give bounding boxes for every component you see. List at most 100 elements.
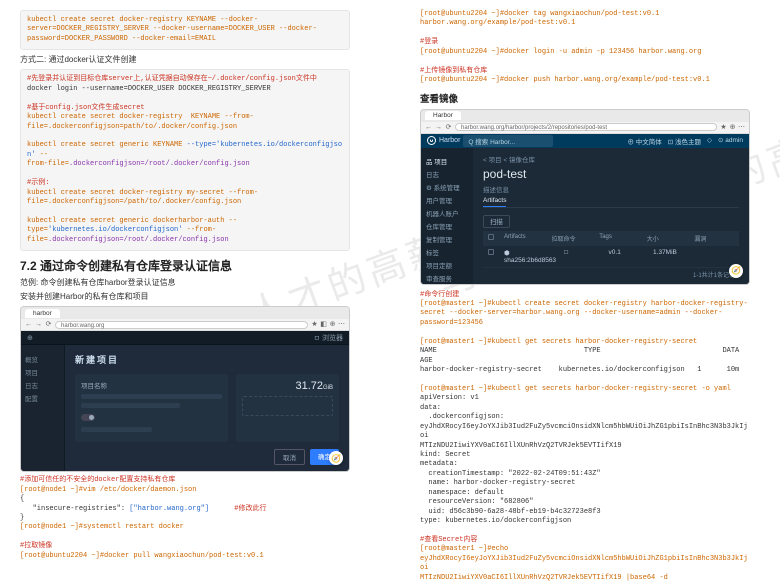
- ext-icon[interactable]: ⋯: [738, 124, 745, 131]
- topbar-theme[interactable]: ㅁ 浏览器: [314, 333, 343, 343]
- browser-titlebar: Harbor: [421, 110, 749, 122]
- code-kubectl-secret: #命令行创建 [root@master1 ~]#kubectl create s…: [420, 291, 750, 583]
- view-image-heading: 查看镜像: [420, 91, 750, 105]
- sidebar-item[interactable]: 概览: [25, 354, 60, 364]
- back-icon[interactable]: ←: [425, 124, 432, 131]
- sidebar-item[interactable]: 仓库管理: [426, 221, 468, 231]
- artifact-table-head: Artifacts 拉取命令 Tags 大小 漏洞: [483, 231, 739, 246]
- harbor-main: < 项目 < 镜像仓库 pod-test 描述信息 Artifacts 扫描 A…: [473, 148, 749, 284]
- sidebar-item[interactable]: 项目: [25, 367, 60, 377]
- ext-icon[interactable]: ⋯: [338, 321, 345, 328]
- ext-icon[interactable]: ⊕: [329, 321, 336, 328]
- sidebar-item[interactable]: 配置: [25, 393, 60, 403]
- th: 拉取命令: [552, 234, 592, 243]
- harbor-toplinks: ⊕ 中文简体 ⊡ 浅色主题 ◇ ⊙ admin: [627, 136, 743, 146]
- ext-icon[interactable]: ◧: [320, 321, 327, 328]
- scan-button[interactable]: 扫描: [483, 215, 510, 228]
- example-label: 范例: 命令创建私有仓库harbor登录认证信息: [20, 277, 350, 288]
- browser-tab[interactable]: Harbor: [425, 111, 461, 120]
- toolbar-extensions: ★ ◧ ⊕ ⋯: [311, 321, 345, 328]
- harbor-main: 新建项目 项目名称 31.72GiB: [65, 345, 349, 471]
- toolbar-extensions: ★ ⊕ ⋯: [720, 124, 745, 131]
- sidebar-item[interactable]: 日志: [25, 380, 60, 390]
- artifact-row[interactable]: ⬢ sha256:2b6d8563 □ v0.1 1.37MiB: [483, 246, 739, 268]
- sidebar-item[interactable]: 项目定额: [426, 260, 468, 270]
- topbar-logo: ⊕: [27, 334, 33, 342]
- reload-icon[interactable]: ⟳: [445, 124, 452, 131]
- theme-switch[interactable]: ⊡ 浅色主题: [668, 136, 701, 146]
- harbor-topbar: ⊕ ㅁ 浏览器: [21, 331, 349, 345]
- browser-window-harbor-repo: Harbor ← → ⟳ harbor.wang.org/harbor/proj…: [420, 109, 750, 285]
- method2-title: 方式二: 通过docker认证文件创建: [20, 54, 350, 65]
- browser-toolbar: ← → ⟳ harbor.wang.org/harbor/projects/2/…: [421, 122, 749, 134]
- breadcrumb[interactable]: < 项目 < 镜像仓库: [483, 154, 739, 164]
- harbor-logo-icon: [427, 136, 436, 145]
- text-input[interactable]: [81, 394, 222, 399]
- code-tag-login-push: [root@ubuntu2204 ~]#docker tag wangxiaoc…: [420, 10, 750, 86]
- text-input[interactable]: [81, 403, 180, 408]
- ext-icon[interactable]: ⊕: [729, 124, 736, 131]
- section-heading-7-2: 7.2 通过命令创建私有仓库登录认证信息: [20, 257, 350, 274]
- form-card: 项目名称: [75, 374, 228, 442]
- harbor-logo: Harbor Q 搜索 Harbor...: [427, 135, 553, 147]
- sidebar-item[interactable]: 复制管理: [426, 234, 468, 244]
- code-create-secret-registry: kubectl create secret docker-registry KE…: [20, 10, 350, 50]
- forward-icon[interactable]: →: [435, 124, 442, 131]
- lang-switch[interactable]: ⊕ 中文简体: [627, 136, 661, 146]
- assistant-float-icon[interactable]: 🧭: [729, 264, 743, 278]
- url-bar[interactable]: harbor.wang.org: [55, 321, 308, 329]
- tab-artifacts[interactable]: Artifacts: [483, 197, 506, 207]
- artifact-tag: v0.1: [609, 249, 645, 264]
- browser-tab[interactable]: harbor: [25, 309, 60, 318]
- text-input[interactable]: [81, 427, 152, 432]
- ext-icon[interactable]: ★: [720, 124, 727, 131]
- sidebar-item[interactable]: 用户管理: [426, 195, 468, 205]
- row-checkbox[interactable]: [488, 249, 494, 255]
- forward-icon[interactable]: →: [35, 321, 42, 328]
- repo-desc-label: 描述信息: [483, 184, 739, 194]
- browser-titlebar: harbor: [21, 307, 349, 319]
- ext-icon[interactable]: ★: [311, 321, 318, 328]
- sidebar-item-projects[interactable]: 品 项目: [426, 156, 468, 166]
- form-label: 项目名称: [81, 380, 222, 390]
- sidebar-item-admin[interactable]: ⚙ 系统管理: [426, 182, 468, 192]
- left-column: kubectl create secret docker-registry KE…: [20, 6, 350, 565]
- artifact-digest[interactable]: ⬢ sha256:2b6d8563: [504, 249, 556, 264]
- harbor-topbar: Harbor Q 搜索 Harbor... ⊕ 中文简体 ⊡ 浅色主题 ◇ ⊙ …: [421, 134, 749, 148]
- harbor-brand-text: Harbor: [439, 137, 460, 144]
- harbor-sidebar: 概览 项目 日志 配置: [21, 345, 65, 471]
- reload-icon[interactable]: ⟳: [45, 321, 52, 328]
- code-docker-daemon: #添加可信任的不安全的docker配置支持私有仓库 [root@node1 ~]…: [20, 476, 350, 561]
- sidebar-item[interactable]: 审查服务: [426, 273, 468, 283]
- pull-cmd-icon[interactable]: □: [564, 249, 600, 264]
- repo-tabs: Artifacts: [483, 197, 739, 208]
- harbor-repo-view: Harbor Q 搜索 Harbor... ⊕ 中文简体 ⊡ 浅色主题 ◇ ⊙ …: [421, 134, 749, 284]
- harbor-sidebar: 品 项目 日志 ⚙ 系统管理 用户管理 机器人账户 仓库管理 复制管理 标签 项…: [421, 148, 473, 284]
- sidebar-item[interactable]: 标签: [426, 247, 468, 257]
- help-icon[interactable]: ◇: [707, 136, 712, 146]
- sidebar-item[interactable]: 机器人账户: [426, 208, 468, 218]
- toggle-switch[interactable]: [81, 414, 95, 421]
- repo-title: pod-test: [483, 167, 739, 181]
- select-all-checkbox[interactable]: [488, 234, 494, 240]
- harbor-search[interactable]: Q 搜索 Harbor...: [463, 135, 553, 147]
- sidebar-item-logs[interactable]: 日志: [426, 169, 468, 179]
- th: 大小: [647, 234, 687, 243]
- storage-gauge: [242, 396, 333, 416]
- dialog-title: 新建项目: [75, 353, 339, 366]
- storage-card: 31.72GiB: [236, 374, 339, 442]
- artifact-vuln: [698, 249, 734, 264]
- th: 漏洞: [694, 234, 734, 243]
- right-column: [root@ubuntu2204 ~]#docker tag wangxiaoc…: [420, 6, 750, 565]
- browser-window-harbor-new-project: harbor ← → ⟳ harbor.wang.org ★ ◧ ⊕ ⋯ ⊕ ㅁ…: [20, 306, 350, 472]
- back-icon[interactable]: ←: [25, 321, 32, 328]
- install-harbor-text: 安装并创建Harbor的私有仓库和项目: [20, 291, 350, 302]
- th: Tags: [599, 234, 639, 243]
- table-footer: 1-1共计1条记录: [483, 268, 739, 281]
- url-bar[interactable]: harbor.wang.org/harbor/projects/2/reposi…: [455, 123, 717, 131]
- storage-value: 31.72GiB: [242, 380, 333, 392]
- user-menu[interactable]: ⊙ admin: [718, 136, 743, 146]
- harbor-dashboard: ⊕ ㅁ 浏览器 概览 项目 日志 配置 新建项目 项目名称: [21, 331, 349, 471]
- browser-toolbar: ← → ⟳ harbor.wang.org ★ ◧ ⊕ ⋯: [21, 319, 349, 331]
- cancel-button[interactable]: 取消: [274, 449, 305, 465]
